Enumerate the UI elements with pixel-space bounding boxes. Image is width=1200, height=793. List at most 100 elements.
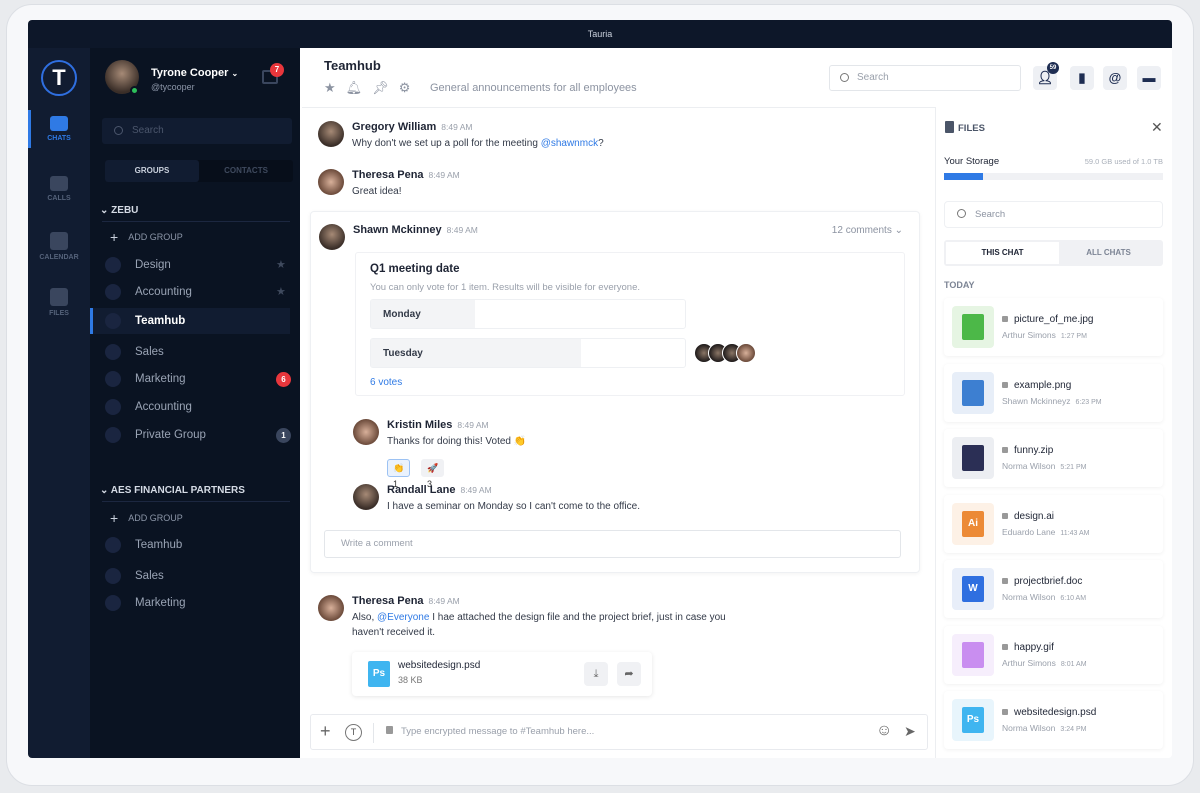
file-type-icon: [952, 306, 994, 348]
gear-icon[interactable]: ⚙: [399, 80, 421, 95]
add-group-button-2[interactable]: + ADD GROUP: [110, 510, 183, 526]
avatar[interactable]: [319, 224, 345, 250]
file-item[interactable]: Ai design.ai Eduardo Lane 11:43 AM: [944, 494, 1163, 553]
file-type-icon: Ai: [952, 502, 994, 545]
share-button[interactable]: ➦: [617, 662, 641, 686]
pin-icon[interactable]: 📌︎: [372, 80, 399, 95]
sidebar-item-teamhub[interactable]: Teamhub: [90, 308, 290, 334]
file-icon: [945, 121, 954, 133]
download-button[interactable]: ⤓: [584, 662, 608, 686]
poll-title: Q1 meeting date: [370, 263, 460, 275]
bookmark-button[interactable]: ▮: [1070, 66, 1094, 90]
box-icon: [50, 288, 68, 306]
file-item[interactable]: funny.zip Norma Wilson 5:21 PM: [944, 429, 1163, 487]
poll-option-tuesday[interactable]: Tuesday: [370, 338, 686, 368]
plus-icon[interactable]: +: [320, 721, 331, 742]
divider: [102, 501, 290, 502]
poll-option-monday[interactable]: Monday: [370, 299, 686, 329]
mention-link[interactable]: @Everyone: [377, 612, 429, 623]
format-text-icon[interactable]: T: [345, 724, 362, 741]
star-icon: ★: [276, 286, 286, 298]
attachment-card[interactable]: Ps websitedesign.psd 38 KB ⤓ ➦: [352, 652, 652, 696]
file-type-icon: Ps: [952, 699, 994, 741]
file-type-icon: [952, 437, 994, 479]
psd-file-icon: Ps: [368, 661, 390, 687]
group-icon: [105, 371, 121, 387]
file-item[interactable]: picture_of_me.jpg Arthur Simons 1:27 PM: [944, 298, 1163, 356]
reaction-rocket[interactable]: 🚀 3: [421, 459, 445, 489]
sidebar-search-input[interactable]: Search: [102, 118, 292, 144]
sidebar-item-accounting[interactable]: Accounting ★: [90, 279, 300, 305]
sidebar: Tyrone Cooper ⌄ @tycooper 7 Search GROUP…: [90, 48, 300, 758]
sidebar-item-accounting-2[interactable]: Accounting: [90, 394, 300, 420]
emoji-icon[interactable]: ☺: [876, 722, 892, 740]
chat-main: Teamhub ★🔔︎📌︎⚙ General announcements for…: [302, 48, 1161, 758]
calendar-icon: [50, 232, 68, 250]
send-icon[interactable]: ➤: [904, 723, 916, 740]
file-type-icon: [952, 371, 994, 414]
mentions-button[interactable]: @: [1103, 66, 1127, 90]
tab-groups[interactable]: GROUPS: [105, 160, 199, 182]
comments-toggle[interactable]: 12 comments ⌄: [832, 225, 903, 236]
group-icon: [105, 344, 121, 360]
tab-contacts[interactable]: CONTACTS: [199, 160, 293, 182]
files-search-input[interactable]: Search: [944, 201, 1163, 228]
tab-all-chats[interactable]: ALL CHATS: [1052, 242, 1165, 264]
mention-link[interactable]: @shawnmck: [541, 138, 598, 149]
user-name[interactable]: Tyrone Cooper ⌄: [151, 67, 238, 79]
comment-input[interactable]: Write a comment: [324, 530, 901, 558]
message-composer: + T Type encrypted message to #Teamhub h…: [310, 714, 928, 750]
section-aes[interactable]: ⌄ AES FINANCIAL PARTNERS: [100, 485, 245, 496]
file-item[interactable]: W projectbrief.doc Norma Wilson 6:10 AM: [944, 560, 1163, 618]
tab-this-chat[interactable]: THIS CHAT: [946, 242, 1059, 264]
file-item[interactable]: example.png Shawn Mckinneyz 6:23 PM: [944, 363, 1163, 422]
avatar[interactable]: [318, 595, 344, 621]
avatar[interactable]: [318, 121, 344, 147]
group-icon: [105, 595, 121, 611]
sidebar-item-marketing-2[interactable]: Marketing: [90, 590, 300, 616]
sidebar-item-sales[interactable]: Sales: [90, 339, 300, 365]
app-window: Tauria T CHATS CALLS CALENDAR FILES Tyro…: [28, 20, 1172, 758]
app-logo: T: [41, 60, 77, 96]
sidebar-item-teamhub-2[interactable]: Teamhub: [90, 532, 300, 558]
files-title: FILES: [958, 123, 985, 134]
files-tabs: THIS CHAT ALL CHATS: [944, 240, 1163, 266]
header-search-input[interactable]: Search: [829, 65, 1021, 91]
votes-count[interactable]: 6 votes: [370, 377, 402, 388]
sidebar-item-design[interactable]: Design ★: [90, 252, 300, 278]
chat-icon: [50, 116, 68, 131]
lock-icon: [386, 726, 393, 734]
rail-chats[interactable]: CHATS: [28, 110, 90, 148]
file-item[interactable]: happy.gif Arthur Simons 8:01 AM: [944, 625, 1163, 684]
unread-badge: 1: [276, 428, 291, 443]
rail-files[interactable]: FILES: [28, 288, 90, 317]
close-icon[interactable]: ✕: [1151, 119, 1163, 136]
key-icon: [105, 427, 121, 443]
rail-calendar[interactable]: CALENDAR: [28, 232, 90, 261]
poll-subtitle: You can only vote for 1 item. Results wi…: [370, 282, 641, 293]
plus-icon: +: [110, 510, 119, 526]
section-zebu[interactable]: ⌄ ZEBU: [100, 205, 138, 216]
recycle-icon: [105, 537, 121, 553]
bell-icon[interactable]: 🔔︎: [346, 80, 373, 95]
sidebar-item-private-group[interactable]: Private Group 1: [90, 422, 300, 448]
unread-badge: 6: [276, 372, 291, 387]
avatar[interactable]: [353, 419, 379, 445]
star-icon[interactable]: ★: [324, 80, 346, 95]
poll: Q1 meeting date You can only vote for 1 …: [355, 252, 905, 396]
avatar[interactable]: [353, 484, 379, 510]
avatar[interactable]: [318, 169, 344, 195]
add-group-button[interactable]: + ADD GROUP: [110, 229, 183, 245]
folder-button[interactable]: ▬: [1137, 66, 1161, 90]
files-panel: FILES ✕ Your Storage 59.0 GB used of 1.0…: [935, 108, 1172, 758]
channel-title: Teamhub: [324, 58, 381, 73]
file-item[interactable]: Ps websitedesign.psd Norma Wilson 3:24 PM: [944, 691, 1163, 749]
reaction-clap[interactable]: 👏 1: [387, 459, 411, 489]
nav-rail: T CHATS CALLS CALENDAR FILES: [28, 48, 90, 758]
message-input[interactable]: Type encrypted message to #Teamhub here.…: [401, 726, 594, 737]
sidebar-item-marketing[interactable]: Marketing 6: [90, 366, 300, 392]
online-status-dot: [130, 86, 139, 95]
rail-calls[interactable]: CALLS: [28, 176, 90, 202]
sidebar-tabs: GROUPS CONTACTS: [105, 160, 293, 182]
sidebar-item-sales-2[interactable]: Sales: [90, 563, 300, 589]
